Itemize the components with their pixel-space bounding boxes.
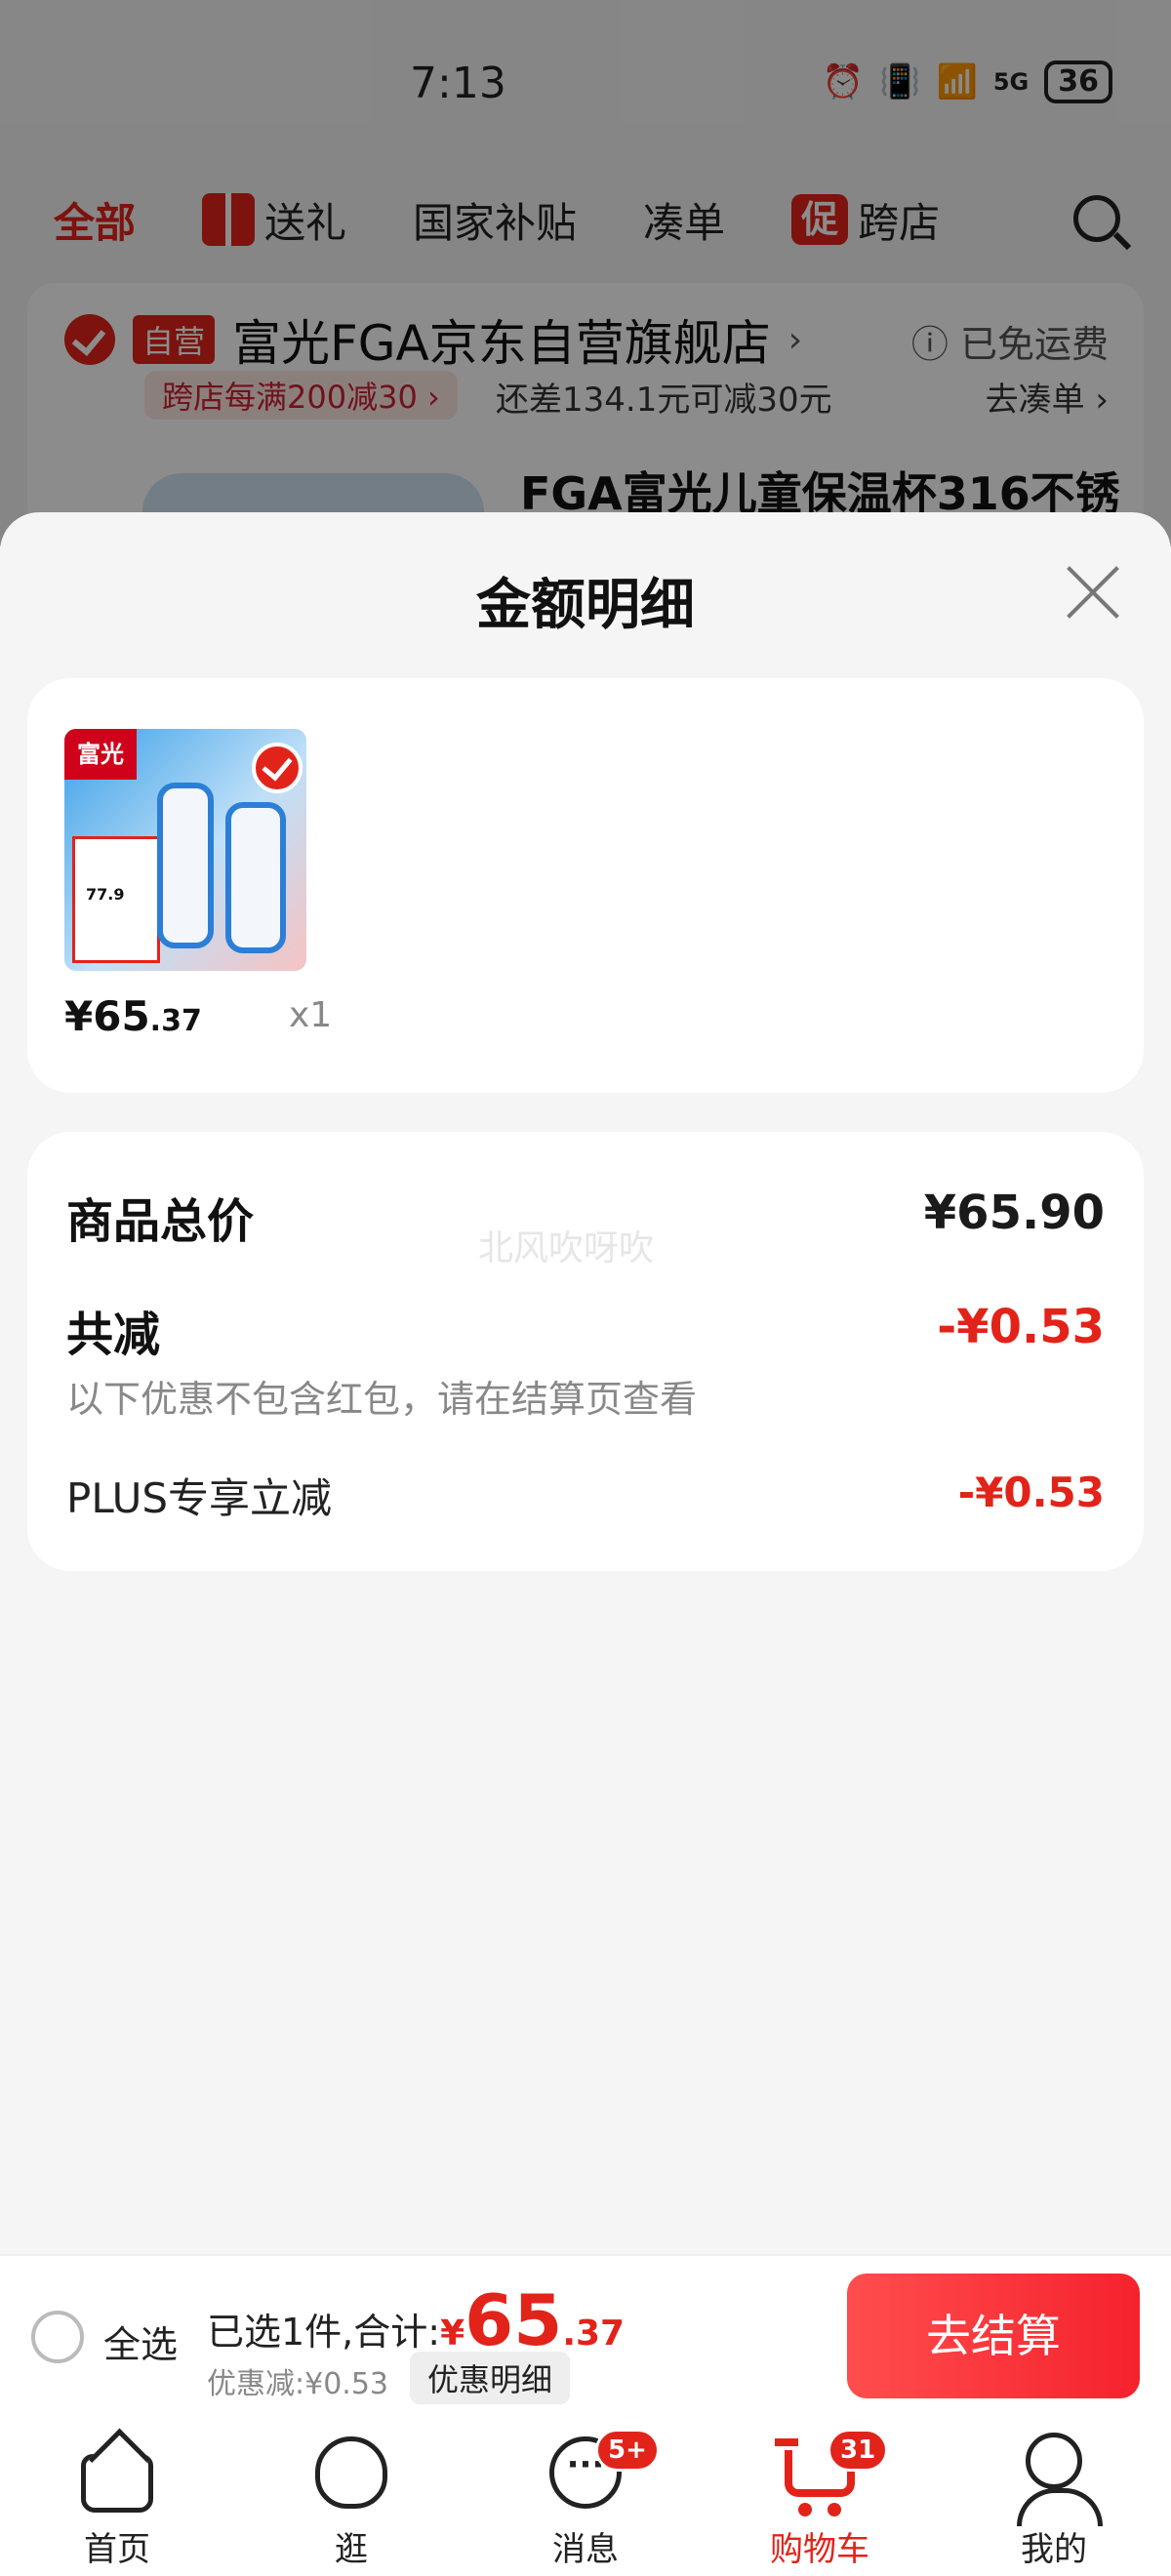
total-amount: 65 xyxy=(464,2279,563,2361)
product-thumbnail[interactable]: 富光 77.9 xyxy=(64,729,306,971)
bottle-image xyxy=(225,802,286,953)
thumb-price: 77.9 xyxy=(86,885,125,904)
item-quantity: x1 xyxy=(289,995,333,1035)
selected-count-text: 已选1件,合计: xyxy=(207,2311,441,2354)
items-card: 富光 77.9 ¥65.37 x1 xyxy=(27,678,1144,1093)
tab-cart[interactable]: 31 购物车 xyxy=(703,2415,937,2576)
checkout-button[interactable]: 去结算 xyxy=(847,2274,1140,2398)
total-currency: ¥ xyxy=(440,2314,465,2354)
dim-overlay[interactable] xyxy=(0,0,1171,546)
tab-profile[interactable]: 我的 xyxy=(937,2415,1171,2576)
total-decimal: .37 xyxy=(562,2314,626,2354)
item-price: ¥65.37 xyxy=(64,992,202,1040)
home-icon xyxy=(81,2454,153,2513)
tab-label: 消息 xyxy=(552,2530,619,2569)
discount-note: 以下优惠不包含红包，请在结算页查看 xyxy=(66,1378,698,1421)
tab-messages[interactable]: 5+ 消息 xyxy=(468,2415,703,2576)
tab-label: 购物车 xyxy=(770,2530,869,2569)
select-all-checkbox[interactable] xyxy=(31,2311,84,2363)
background-cart-page: 7:13 ⏰ 📳 📶 5G 36 全部 送礼 国家补贴 凑单 促 跨店 自营 富… xyxy=(0,0,1171,576)
discount-value: -¥0.53 xyxy=(937,1300,1105,1354)
sheet-title: 金额明细 xyxy=(476,574,695,637)
brand-logo: 富光 xyxy=(64,729,137,780)
tab-explore[interactable]: 逛 xyxy=(234,2415,468,2576)
selected-check-icon xyxy=(252,743,303,793)
tab-label: 首页 xyxy=(84,2530,150,2569)
total-price-label: 商品总价 xyxy=(66,1194,255,1249)
explore-icon xyxy=(315,2436,387,2509)
discount-detail-button[interactable]: 优惠明细 xyxy=(410,2352,571,2404)
bottle-image xyxy=(157,783,214,948)
total-price-value: ¥65.90 xyxy=(923,1186,1105,1240)
total-summary: 已选1件,合计: ¥ 65 .37 xyxy=(207,2285,625,2355)
checkout-bar: 全选 已选1件,合计: ¥ 65 .37 优惠减:¥0.53 优惠明细 去结算 xyxy=(0,2254,1171,2415)
tab-label: 逛 xyxy=(335,2530,368,2569)
profile-icon xyxy=(1017,2433,1103,2526)
plus-discount-value: -¥0.53 xyxy=(957,1469,1105,1516)
close-icon[interactable] xyxy=(1062,561,1124,624)
tab-home[interactable]: 首页 xyxy=(0,2415,234,2576)
message-badge: 5+ xyxy=(595,2429,660,2472)
watermark: 北风吹呀吹 xyxy=(478,1228,655,1268)
cart-badge: 31 xyxy=(828,2429,889,2472)
summary-card: 商品总价 北风吹呀吹 ¥65.90 共减 -¥0.53 以下优惠不包含红包，请在… xyxy=(27,1132,1144,1571)
plus-discount-label: PLUS专享立减 xyxy=(66,1474,333,1522)
tab-label: 我的 xyxy=(1021,2530,1087,2569)
select-all-label[interactable]: 全选 xyxy=(103,2314,178,2368)
bottom-tab-bar: 首页 逛 5+ 消息 31 购物车 我的 xyxy=(0,2415,1171,2576)
discount-label: 共减 xyxy=(66,1308,161,1362)
discount-summary: 优惠减:¥0.53 xyxy=(207,2367,388,2401)
price-detail-sheet: 金额明细 富光 77.9 ¥65.37 x1 商品总价 北风吹呀吹 ¥65.90… xyxy=(0,512,1171,2254)
